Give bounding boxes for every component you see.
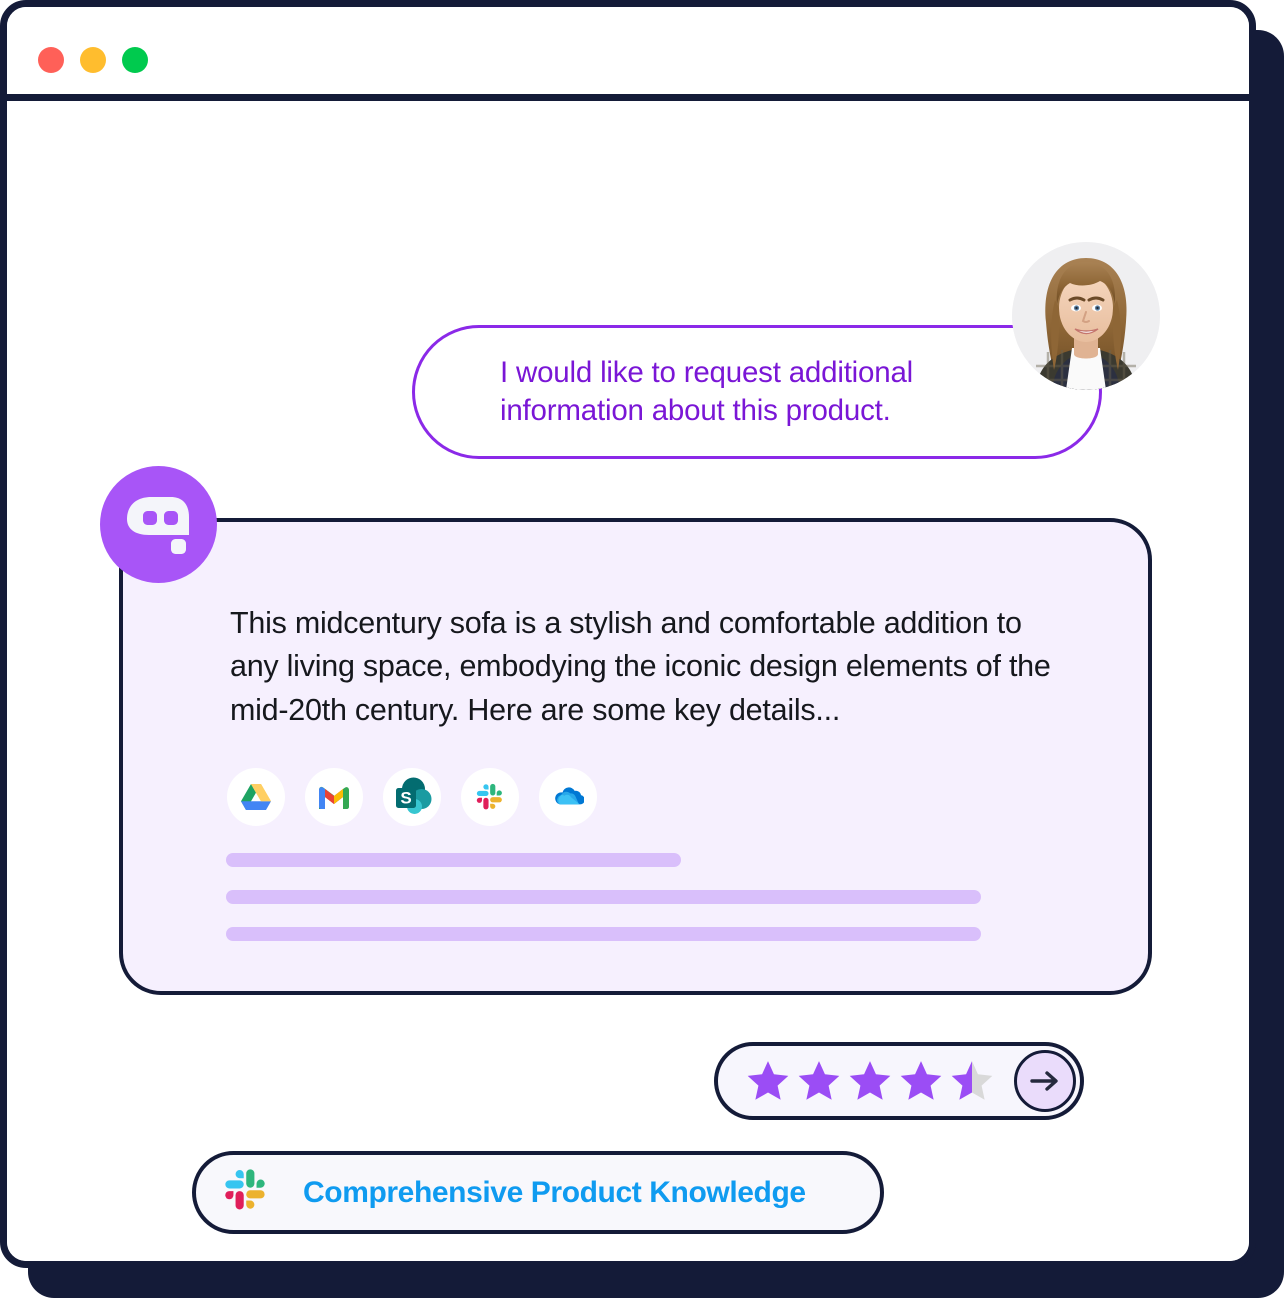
slack-icon-integration[interactable]	[461, 768, 519, 826]
rating-next-button[interactable]	[1014, 1050, 1076, 1112]
minimize-window-button[interactable]	[80, 47, 106, 73]
star-icon-1[interactable]	[744, 1058, 792, 1104]
gmail-icon[interactable]	[305, 768, 363, 826]
svg-text:S: S	[400, 789, 411, 808]
chat-bot-icon	[126, 496, 189, 554]
skeleton-line	[226, 890, 981, 904]
rating-widget[interactable]	[714, 1042, 1084, 1120]
close-window-button[interactable]	[38, 47, 64, 73]
bot-message-bubble: This midcentury sofa is a stylish and co…	[119, 518, 1152, 995]
user-message-text: I would like to request additional infor…	[500, 356, 914, 427]
star-icon-2[interactable]	[795, 1058, 843, 1104]
user-message-bubble: I would like to request additional infor…	[412, 325, 1102, 459]
sharepoint-icon[interactable]: S	[383, 768, 441, 826]
knowledge-chip-label: Comprehensive Product Knowledge	[303, 1175, 806, 1209]
star-icon-5-half[interactable]	[948, 1058, 996, 1104]
arrow-right-icon	[1030, 1071, 1058, 1091]
bot-avatar	[100, 466, 217, 583]
onedrive-icon[interactable]	[539, 768, 597, 826]
loading-skeleton-lines	[226, 853, 986, 964]
google-drive-icon[interactable]	[227, 768, 285, 826]
bot-message-text: This midcentury sofa is a stylish and co…	[230, 606, 1051, 727]
traffic-light-buttons	[38, 47, 148, 73]
star-rating[interactable]	[744, 1058, 996, 1104]
app-window: I would like to request additional infor…	[0, 0, 1256, 1268]
star-icon-3[interactable]	[846, 1058, 894, 1104]
skeleton-line	[226, 853, 681, 867]
user-message-row: I would like to request additional infor…	[412, 216, 1160, 459]
star-icon-4[interactable]	[897, 1058, 945, 1104]
chat-conversation-area: I would like to request additional infor…	[7, 101, 1249, 1261]
skeleton-line	[226, 927, 981, 941]
user-avatar	[1012, 242, 1160, 390]
maximize-window-button[interactable]	[122, 47, 148, 73]
slack-icon	[224, 1168, 268, 1217]
integration-icon-row: S	[227, 768, 597, 826]
window-title-bar	[7, 7, 1249, 101]
knowledge-chip-button[interactable]: Comprehensive Product Knowledge	[192, 1151, 884, 1234]
